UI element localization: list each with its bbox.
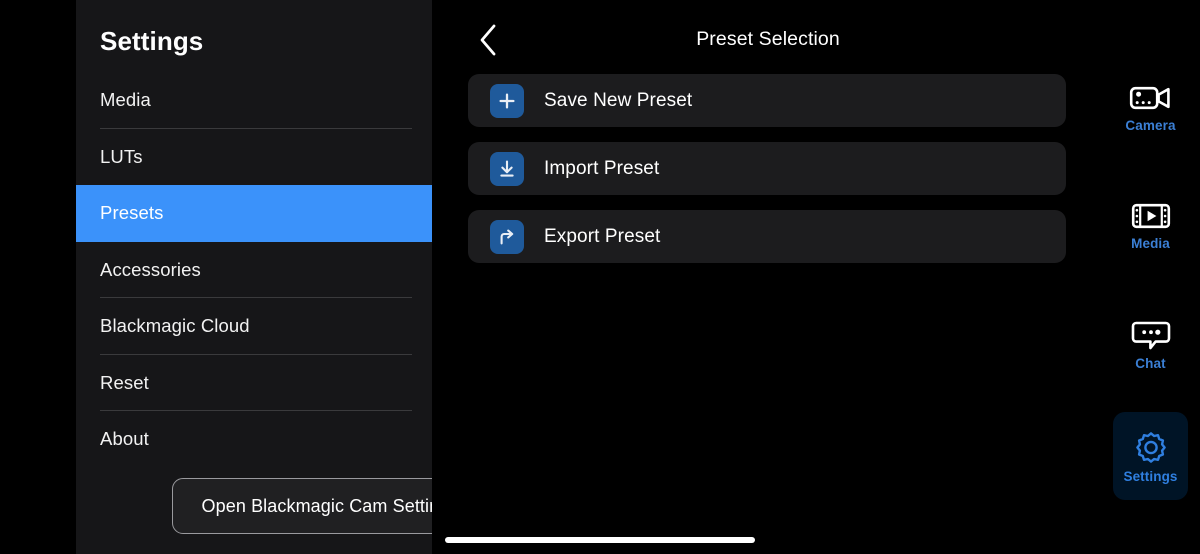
download-icon — [490, 151, 524, 186]
chat-bubble-icon — [1131, 319, 1171, 351]
right-tab-rail: Camera Media Chat Settings — [1101, 0, 1200, 554]
sidebar-item-label: Presets — [100, 202, 164, 224]
main-panel: Preset Selection Save New Preset Import … — [432, 0, 1200, 554]
sidebar-item-presets[interactable]: Presets — [76, 185, 432, 242]
tab-label: Settings — [1123, 469, 1178, 484]
sidebar-item-label: LUTs — [100, 145, 143, 167]
preset-row-label: Save New Preset — [544, 89, 693, 111]
sidebar-item-media[interactable]: Media — [76, 72, 432, 129]
tab-settings[interactable]: Settings — [1113, 412, 1188, 500]
sidebar-item-label: Reset — [100, 371, 149, 393]
app-screen: Settings Media LUTs Presets Accessories … — [0, 0, 1200, 554]
save-new-preset-row[interactable]: Save New Preset — [468, 74, 1066, 127]
main-page-title: Preset Selection — [696, 28, 840, 50]
tab-chat[interactable]: Chat — [1113, 310, 1188, 379]
sidebar-item-label: Media — [100, 89, 151, 111]
share-icon — [490, 219, 524, 254]
sidebar-item-luts[interactable]: LUTs — [76, 129, 432, 186]
sidebar-item-label: About — [100, 428, 149, 450]
settings-nav-list: Media LUTs Presets Accessories Blackmagi… — [76, 72, 432, 468]
plus-icon — [490, 83, 524, 118]
settings-sidebar: Settings Media LUTs Presets Accessories … — [76, 0, 488, 554]
sidebar-item-about[interactable]: About — [76, 411, 432, 468]
preset-row-label: Export Preset — [544, 225, 661, 247]
sidebar-item-reset[interactable]: Reset — [76, 355, 432, 411]
sidebar-item-blackmagic-cloud[interactable]: Blackmagic Cloud — [76, 298, 432, 355]
tab-label: Media — [1131, 236, 1170, 251]
home-indicator — [445, 537, 755, 543]
tab-camera[interactable]: Camera — [1113, 74, 1188, 141]
tab-media[interactable]: Media — [1113, 192, 1188, 259]
gear-icon — [1134, 430, 1168, 464]
film-play-icon — [1131, 201, 1171, 231]
preset-row-label: Import Preset — [544, 157, 660, 179]
page-title: Settings — [100, 26, 204, 56]
tab-label: Chat — [1135, 356, 1166, 371]
sidebar-item-label: Blackmagic Cloud — [100, 315, 250, 337]
export-preset-row[interactable]: Export Preset — [468, 210, 1066, 263]
preset-action-list: Save New Preset Import Preset Export Pre… — [468, 74, 1066, 278]
tab-label: Camera — [1125, 118, 1176, 133]
import-preset-row[interactable]: Import Preset — [468, 142, 1066, 195]
video-camera-icon — [1129, 83, 1173, 113]
sidebar-item-label: Accessories — [100, 258, 201, 280]
sidebar-item-accessories[interactable]: Accessories — [76, 242, 432, 298]
